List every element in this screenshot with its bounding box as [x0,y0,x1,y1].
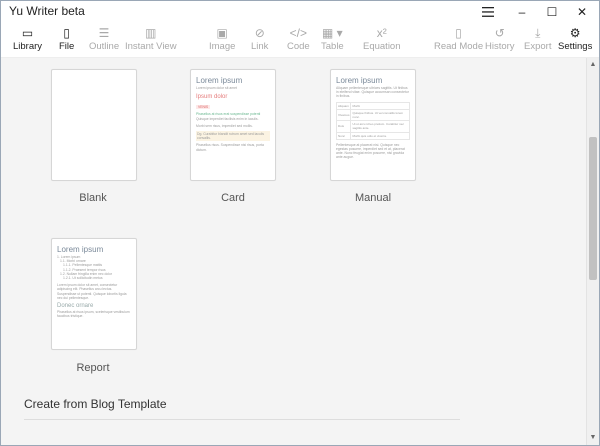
toolbar: ▭ Library ▯ File ☰ Outline ▥ Instant Vie… [1,23,599,58]
toolbar-settings-label: Settings [558,41,593,52]
toolbar-table-label: Table [321,41,344,52]
section-divider [24,419,460,420]
file-icon: ▯ [63,26,70,40]
minimize-button[interactable]: – [505,1,539,23]
image-icon: ▣ [216,26,228,40]
template-label-manual: Manual [354,192,392,204]
template-card-blank[interactable] [51,69,137,181]
card-preview-tag: VENIS [196,105,211,110]
template-label-card: Card [221,192,245,204]
link-icon: ⊘ [254,26,265,40]
template-card-report[interactable]: Lorem ipsum 1. Lorem ipsum 1.1. Morbi or… [51,238,137,350]
title-bar: Yu Writer beta – ☐ ✕ [1,1,599,23]
manual-table-cell: Morbi quis odio et viverra. [350,131,410,140]
card-preview-green-line: Phasellus at risus erat suspendisse pote… [196,112,261,117]
manual-preview: Lorem ipsum Aliquam pellentesque ultrice… [335,76,410,160]
card-preview-subtitle: Ipsum dolor [196,94,228,101]
toolbar-history-button[interactable]: ↺ History [485,25,515,55]
manual-table-cell: Quisque finibus. Ut vel convallis lorem … [350,108,410,122]
toolbar-export-button[interactable]: ⤓ Export [524,25,551,55]
manual-preview-table: Aliquam Morbi Vivamus Quisque finibus. Ut … [335,101,410,140]
manual-table-cell: Ut ut arcu id leo pretium. Curabitur nec… [350,120,410,133]
app-title: Yu Writer beta [9,4,85,18]
report-preview-title: Lorem ipsum [57,245,104,254]
toolbar-outline-label: Outline [89,41,120,52]
library-icon: ▭ [21,26,34,40]
toolbar-file-button[interactable]: ▯ File [59,25,74,55]
toolbar-read-mode-label: Read Mode [434,41,484,52]
report-preview-subtitle: Donec ornare [57,303,94,310]
toolbar-link-button[interactable]: ⊘ Link [251,25,268,55]
report-preview: Lorem ipsum 1. Lorem ipsum 1.1. Morbi or… [57,245,131,318]
manual-preview-title: Lorem ipsum [336,76,383,85]
toolbar-settings-button[interactable]: ⚙ Settings [558,25,592,55]
gear-icon: ⚙ [569,26,581,40]
outline-icon: ☰ [98,26,110,40]
equation-icon: x² [376,26,387,40]
template-label-blank: Blank [79,192,107,204]
history-icon: ↺ [494,26,505,40]
card-preview: Lorem ipsum Lorem ipsum dolor sit amet I… [196,76,270,152]
blog-template-section-title: Create from Blog Template [24,397,167,411]
scrollbar-thumb[interactable] [589,137,597,280]
template-label-report: Report [76,362,110,374]
toolbar-link-label: Link [251,41,269,52]
toolbar-image-label: Image [209,41,236,52]
toolbar-table-button[interactable]: ▦ ▾ Table [321,25,344,55]
card-preview-line: Phasellus risus. Suspendisse nisi risus,… [196,143,264,152]
card-preview-title: Lorem ipsum [196,76,243,85]
toolbar-image-button[interactable]: ▣ Image [209,25,235,55]
manual-table-cell: Vivamus [335,108,352,122]
scroll-down-arrow-icon[interactable]: ▼ [587,431,599,445]
toolbar-library-button[interactable]: ▭ Library [13,25,42,55]
toolbar-equation-button[interactable]: x² Equation [363,25,401,55]
app-window: Yu Writer beta – ☐ ✕ ▭ Library ▯ File ☰ … [0,0,600,446]
scroll-up-arrow-icon[interactable]: ▲ [587,58,599,72]
export-icon: ⤓ [535,26,541,40]
report-preview-paragraph: Phasellus at risus ipsum, scelerisque ve… [57,310,130,319]
close-button[interactable]: ✕ [565,1,599,23]
manual-preview-intro: Aliquam pellentesque ultrices sagittis. … [336,86,409,99]
manual-table-header: Morbi [350,101,410,110]
manual-table-cell: Duis [335,120,352,133]
manual-table-header: Aliquam [335,101,352,110]
instant-view-icon: ▥ [145,26,157,40]
toolbar-instant-view-button[interactable]: ▥ Instant View [125,25,177,55]
toolbar-library-label: Library [13,41,43,52]
toolbar-read-mode-button[interactable]: ▯ Read Mode [434,25,483,55]
toolbar-history-label: History [485,41,515,52]
toolbar-code-label: Code [287,41,310,52]
manual-table-cell: Nunc [335,131,352,140]
card-preview-line: Quisque imperdiet facilisis enim in iacu… [196,116,259,121]
template-card-card[interactable]: Lorem ipsum Lorem ipsum dolor sit amet I… [190,69,276,181]
vertical-scrollbar[interactable]: ▲ ▼ [586,58,599,445]
template-gallery: Blank Lorem ipsum Lorem ipsum dolor sit … [1,58,587,445]
toolbar-code-button[interactable]: </> Code [287,25,310,55]
manual-preview-outro: Pellentesque at placerat nisi. Quisque n… [336,142,405,160]
card-preview-note: Dg. Curabitur blandit rutrum amet sed la… [196,131,270,142]
toolbar-outline-button[interactable]: ☰ Outline [89,25,119,55]
toolbar-equation-label: Equation [363,41,401,52]
hamburger-menu-icon[interactable] [471,1,505,23]
maximize-button[interactable]: ☐ [535,1,569,23]
table-icon: ▦ ▾ [322,26,343,40]
toolbar-instant-view-label: Instant View [125,41,177,52]
code-icon: </> [289,26,308,40]
template-card-manual[interactable]: Lorem ipsum Aliquam pellentesque ultrice… [330,69,416,181]
read-mode-icon: ▯ [455,26,462,40]
toolbar-export-label: Export [524,41,552,52]
report-preview-paragraph: Lorem ipsum dolor sit amet, consectetur … [57,283,127,300]
toolbar-file-label: File [59,41,75,52]
